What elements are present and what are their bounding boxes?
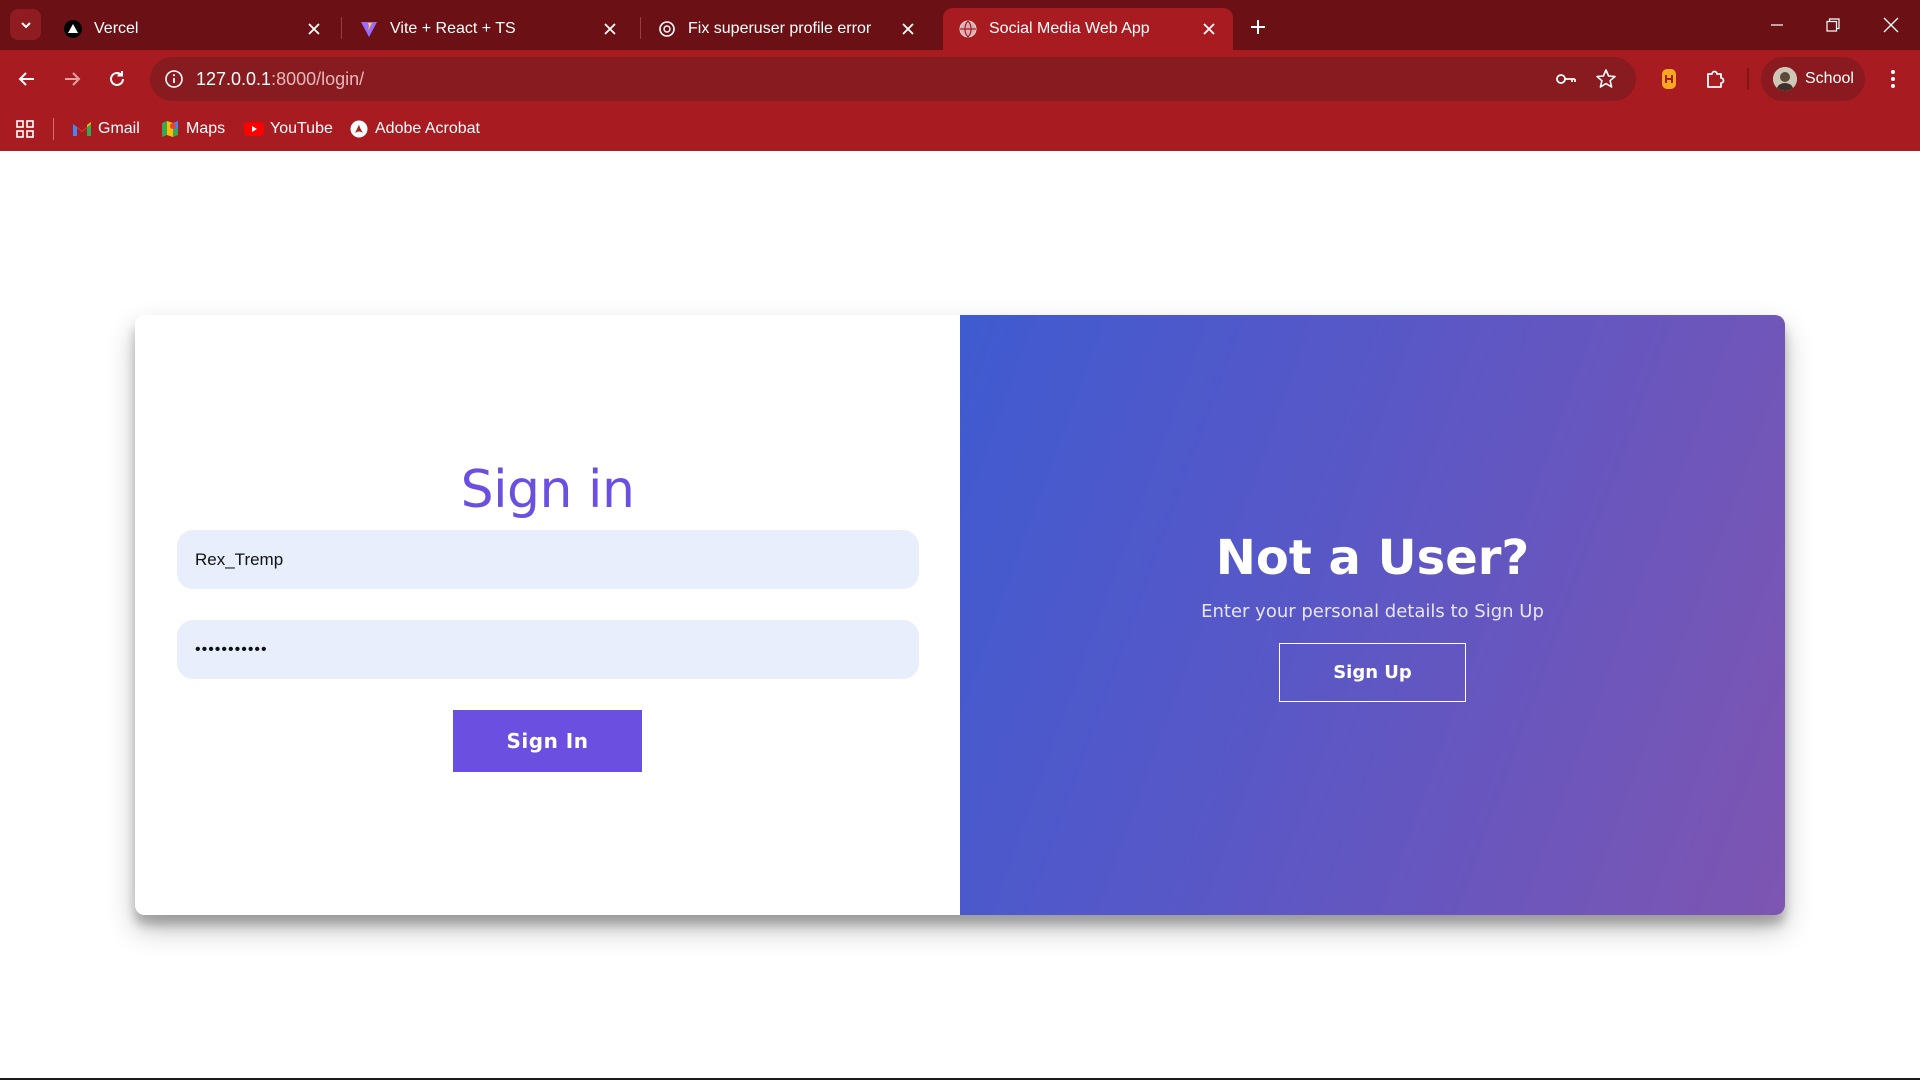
tab-search-button[interactable] — [10, 9, 41, 40]
password-key-icon[interactable] — [1554, 67, 1578, 91]
password-input[interactable]: ••••••••••• — [177, 620, 919, 679]
tab-social-media-web-app[interactable]: Social Media Web App — [943, 8, 1233, 50]
back-button[interactable] — [9, 61, 45, 97]
avatar — [1773, 67, 1797, 91]
arrow-left-icon — [18, 72, 34, 86]
bookmarks-bar: Gmail Maps YouTube Adobe Acrobat — [0, 108, 1920, 151]
close-icon[interactable] — [600, 19, 620, 39]
tab-title: Social Media Web App — [989, 20, 1150, 37]
browser-menu-button[interactable] — [1878, 64, 1908, 94]
close-window-button[interactable] — [1868, 8, 1914, 42]
username-input[interactable]: Rex_Tremp — [177, 530, 919, 589]
plus-icon — [1251, 20, 1265, 34]
signup-button[interactable]: Sign Up — [1279, 643, 1466, 702]
signup-overlay-panel: Not a User? Enter your personal details … — [960, 315, 1785, 915]
bookmark-label: Maps — [186, 120, 226, 137]
signin-button[interactable]: Sign In — [453, 710, 642, 772]
globe-icon — [959, 20, 977, 38]
profile-name: School — [1805, 70, 1854, 87]
url-text[interactable]: 127.0.0.1:8000/login/ — [196, 69, 364, 90]
bookmark-maps[interactable]: Maps — [160, 115, 225, 143]
signin-panel: Sign in Rex_Tremp ••••••••••• Sign In — [135, 315, 960, 915]
minimize-button[interactable] — [1754, 8, 1800, 42]
bookmark-gmail[interactable]: Gmail — [72, 115, 140, 143]
tab-title: Fix superuser profile error — [688, 20, 872, 37]
tab-title: Vite + React + TS — [390, 20, 516, 37]
maps-icon — [160, 119, 180, 139]
tab-vite[interactable]: Vite + React + TS — [344, 8, 634, 50]
bookmarks-separator — [53, 118, 54, 140]
page-viewport: Sign in Rex_Tremp ••••••••••• Sign In No… — [0, 151, 1920, 1080]
address-bar[interactable]: 127.0.0.1:8000/login/ — [150, 57, 1636, 101]
overlay-subtext: Enter your personal details to Sign Up — [1201, 601, 1544, 622]
bookmark-youtube[interactable]: YouTube — [244, 115, 333, 143]
close-icon — [1883, 17, 1899, 33]
minimize-icon — [1771, 24, 1783, 26]
tab-vercel[interactable]: Vercel — [48, 8, 338, 50]
vercel-icon — [64, 20, 82, 38]
browser-toolbar: 127.0.0.1:8000/login/ School — [0, 50, 1920, 108]
tab-bar: Vercel Vite + React + TS Fix superuser p… — [0, 0, 1920, 50]
url-path: :8000/login/ — [271, 69, 365, 89]
site-info-icon[interactable] — [162, 67, 186, 91]
vite-icon — [360, 20, 378, 38]
apps-grid-icon[interactable] — [12, 116, 38, 142]
reload-icon — [110, 71, 124, 86]
extensions-puzzle-icon[interactable] — [1700, 64, 1730, 94]
tab-title: Vercel — [94, 20, 139, 37]
close-icon[interactable] — [898, 19, 918, 39]
reload-button[interactable] — [99, 61, 135, 97]
overlay-heading: Not a User? — [1215, 530, 1530, 586]
close-icon[interactable] — [1199, 19, 1219, 39]
bookmark-label: Adobe Acrobat — [375, 120, 480, 137]
bookmark-adobe-acrobat[interactable]: Adobe Acrobat — [349, 115, 480, 143]
profile-button[interactable]: School — [1761, 57, 1865, 101]
bookmark-star-icon[interactable] — [1594, 67, 1618, 91]
auth-card: Sign in Rex_Tremp ••••••••••• Sign In No… — [135, 315, 1785, 915]
acrobat-icon — [349, 119, 369, 139]
forward-button[interactable] — [54, 61, 90, 97]
tab-chatgpt[interactable]: Fix superuser profile error — [642, 8, 932, 50]
gmail-icon — [72, 119, 92, 139]
bookmark-label: Gmail — [98, 120, 140, 137]
chevron-down-icon — [20, 21, 31, 28]
signin-heading: Sign in — [460, 460, 635, 520]
chatgpt-icon — [658, 20, 676, 38]
toolbar-separator — [1747, 68, 1749, 90]
close-icon[interactable] — [304, 19, 324, 39]
tab-separator — [640, 17, 641, 39]
bookmark-label: YouTube — [270, 120, 333, 137]
youtube-icon — [244, 119, 264, 139]
new-tab-button[interactable] — [1244, 13, 1272, 41]
arrow-right-icon — [65, 72, 81, 86]
restore-button[interactable] — [1810, 8, 1856, 42]
more-vertical-icon — [1891, 70, 1895, 88]
restore-icon — [1826, 18, 1840, 32]
extension-honey-icon[interactable] — [1654, 64, 1684, 94]
url-host: 127.0.0.1 — [196, 69, 272, 89]
tab-separator — [341, 17, 342, 39]
